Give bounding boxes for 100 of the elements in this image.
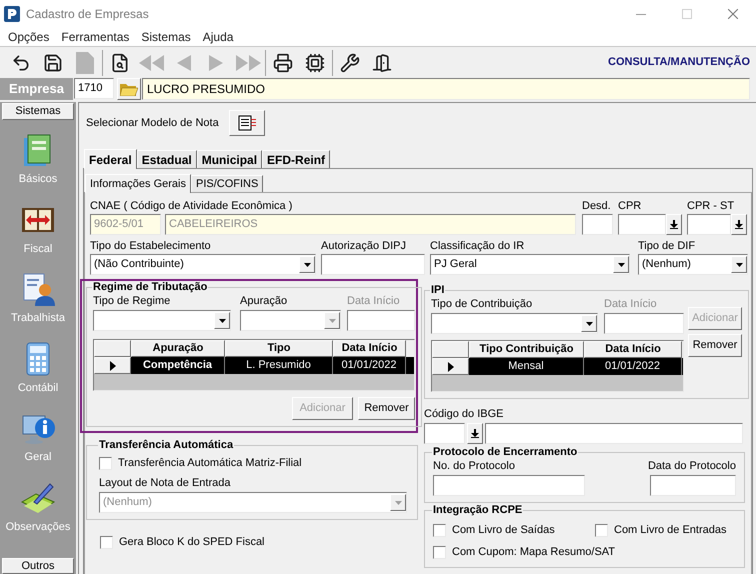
dropdown[interactable] xyxy=(431,313,598,334)
input-field[interactable] xyxy=(687,214,731,235)
dropdown[interactable]: (Não Contribuinte) xyxy=(90,254,316,275)
first-record-icon xyxy=(139,54,165,70)
field-label: Tipo de Regime xyxy=(93,294,172,308)
window-title: Cadastro de Empresas xyxy=(26,6,149,23)
table-row[interactable]: Mensal 01/01/2022 xyxy=(432,358,683,375)
tab[interactable]: Federal xyxy=(84,149,137,169)
group-title: Protocolo de Encerramento xyxy=(432,446,578,459)
row-pointer-icon xyxy=(448,362,454,372)
table-cell: 01/01/2022 xyxy=(333,357,406,374)
table-cell: Competência xyxy=(131,357,225,374)
field-label: Selecionar Modelo de Nota xyxy=(86,116,219,130)
dropdown[interactable]: (Nenhum) xyxy=(638,254,748,275)
row-indicator[interactable] xyxy=(94,357,131,374)
field-label: Data Início xyxy=(604,297,658,311)
header-corner xyxy=(432,341,469,358)
lookup-button[interactable] xyxy=(467,423,483,444)
folder-icon xyxy=(120,82,138,96)
caret-icon xyxy=(304,262,310,266)
table-cell: Mensal xyxy=(469,358,584,375)
row-indicator[interactable] xyxy=(432,358,469,375)
group-title: Transferência Automática xyxy=(98,439,234,452)
header-corner xyxy=(94,340,131,357)
row-pointer-icon xyxy=(110,360,116,370)
checkbox[interactable] xyxy=(99,456,112,470)
column-header: Tipo xyxy=(225,340,333,357)
open-folder-button[interactable] xyxy=(117,78,141,100)
action-button[interactable]: Remover xyxy=(688,334,742,357)
sidebar-footer[interactable]: Outros xyxy=(2,558,74,574)
company-code-field[interactable]: 1710 xyxy=(74,78,114,99)
printer-icon xyxy=(273,52,293,72)
input-field[interactable] xyxy=(321,254,425,275)
lookup-button[interactable] xyxy=(666,214,682,235)
subtab[interactable]: PIS/COFINS xyxy=(190,175,264,192)
group-title: Integração RCPE xyxy=(432,504,524,517)
menu-item[interactable]: Ajuda xyxy=(202,28,234,46)
column-header: Data Início xyxy=(333,340,406,357)
table-row[interactable]: Competência L. Presumido 01/01/2022 xyxy=(94,357,414,374)
arrow-down-icon xyxy=(471,429,479,438)
checkbox-label: Com Livro de Saídas xyxy=(452,523,555,537)
door-icon xyxy=(372,52,392,72)
table-cell: 01/01/2022 xyxy=(584,358,682,375)
action-button[interactable]: Remover xyxy=(358,397,415,420)
group-title: Regime de Tributação xyxy=(92,281,208,294)
checkbox[interactable] xyxy=(433,546,446,558)
checkbox-label: Com Cupom: Mapa Resumo/SAT xyxy=(452,545,616,559)
column-header: Tipo Contribuição xyxy=(469,341,584,358)
field-label: Tipo de Contribuição xyxy=(431,297,534,311)
field-label: Desd. xyxy=(582,199,612,213)
column-header: Apuração xyxy=(131,340,225,357)
field-label: Autorização DIPJ xyxy=(321,239,407,253)
checkbox-label: Gera Bloco K do SPED Fiscal xyxy=(119,535,265,549)
checkbox[interactable] xyxy=(433,524,446,536)
subtab[interactable]: Informações Gerais xyxy=(85,174,191,193)
caret-icon xyxy=(218,318,226,322)
input-field[interactable] xyxy=(424,423,465,444)
input-field[interactable] xyxy=(485,423,743,444)
column-header: Data Início xyxy=(584,341,682,358)
app-logo-icon xyxy=(4,6,20,22)
field-label: Data Início xyxy=(347,294,401,308)
field-label: No. do Protocolo xyxy=(433,459,516,473)
menu-item[interactable]: Opções xyxy=(8,28,50,46)
group-title: IPI xyxy=(430,284,446,297)
field-label: Tipo do Estabelecimento xyxy=(90,239,212,253)
lookup-button[interactable] xyxy=(731,214,747,235)
caret-icon xyxy=(328,318,336,322)
caret-icon xyxy=(736,262,742,266)
input-field[interactable] xyxy=(604,313,684,334)
field-label: Tipo de DIF xyxy=(638,239,696,253)
last-record-icon xyxy=(235,54,261,70)
undo-icon xyxy=(11,52,31,72)
sidebar-header[interactable]: Sistemas xyxy=(2,103,74,120)
field-label: Data do Protocolo xyxy=(648,459,736,473)
field-label: Classificação do IR xyxy=(430,239,526,253)
input-field[interactable] xyxy=(347,310,415,331)
input-field[interactable] xyxy=(650,475,736,496)
note-model-button[interactable] xyxy=(228,110,265,136)
checkbox[interactable] xyxy=(595,524,608,536)
input-field[interactable] xyxy=(582,214,613,235)
caret-icon xyxy=(586,322,592,326)
dropdown[interactable] xyxy=(93,310,231,331)
mode-label: CONSULTA/MANUTENÇÃO xyxy=(608,54,750,70)
caret-icon xyxy=(394,500,402,504)
field-label: CPR - ST xyxy=(687,199,736,213)
input-field[interactable] xyxy=(433,475,585,496)
chip-icon xyxy=(305,52,325,72)
tab[interactable]: Estadual xyxy=(136,150,197,168)
table-cell: L. Presumido xyxy=(225,357,333,374)
input-field[interactable] xyxy=(618,214,666,235)
menu-item[interactable]: Ferramentas xyxy=(61,28,130,46)
checkbox[interactable] xyxy=(100,536,113,548)
save-icon xyxy=(43,52,63,72)
tab[interactable]: EFD-Reinf xyxy=(262,150,330,168)
document-search-icon xyxy=(110,52,130,72)
company-name-field[interactable]: LUCRO PRESUMIDO xyxy=(142,78,750,100)
menu-item[interactable]: Sistemas xyxy=(141,28,191,46)
tab[interactable]: Municipal xyxy=(196,150,262,168)
field-label: CNAE ( Código de Atividade Econômica ) xyxy=(90,199,294,213)
dropdown[interactable]: PJ Geral xyxy=(430,254,630,275)
